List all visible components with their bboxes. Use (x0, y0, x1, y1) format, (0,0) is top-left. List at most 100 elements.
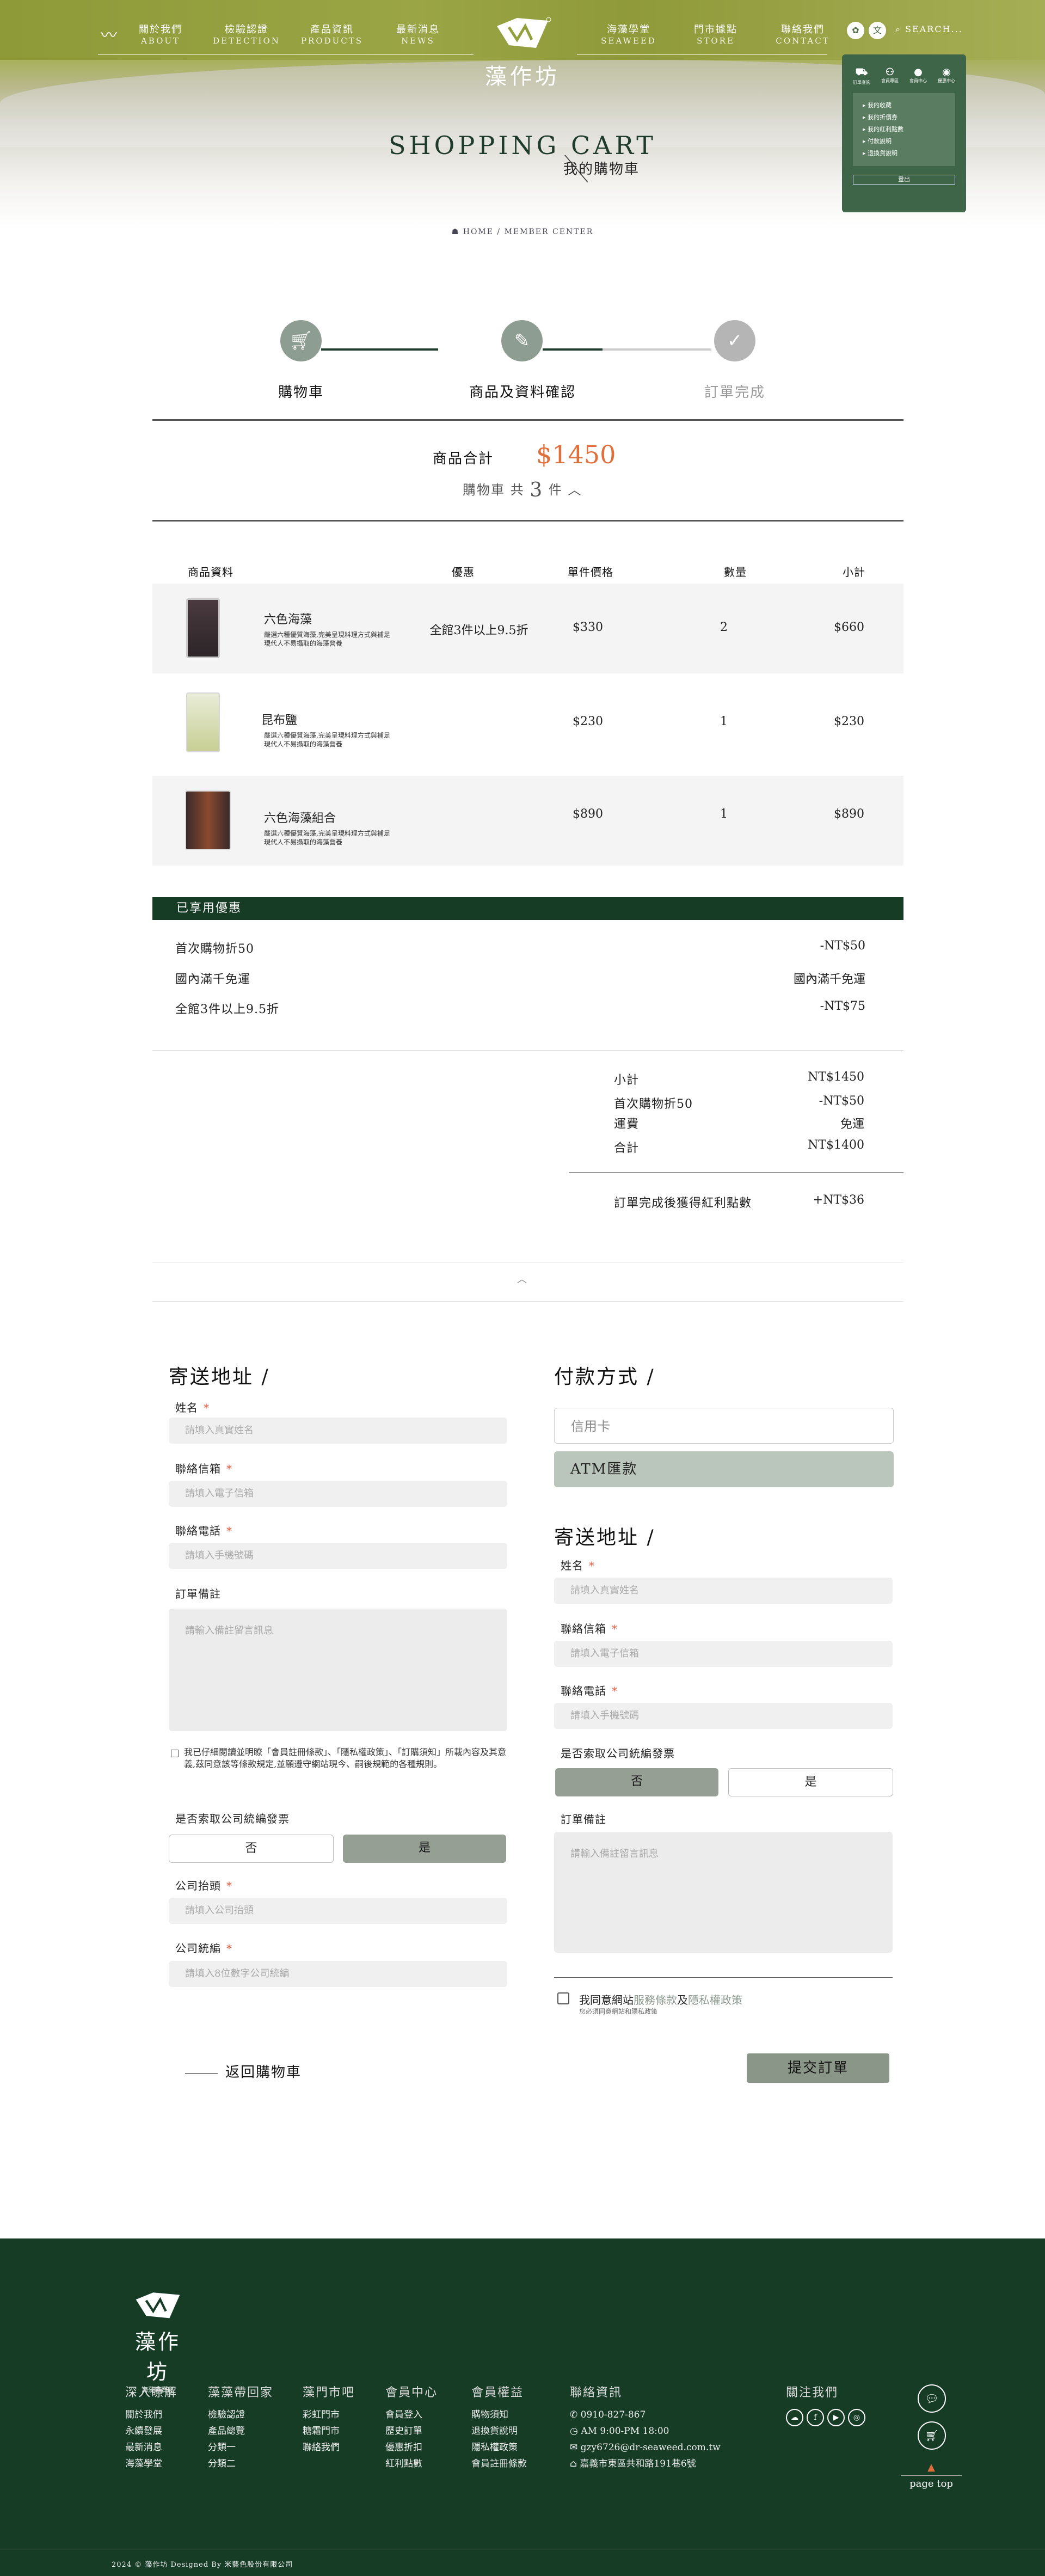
cart-icon[interactable]: 🛒︎ (918, 2421, 946, 2450)
pay-atm[interactable]: ATM匯款 (554, 1451, 894, 1487)
footer-link[interactable]: 聯絡我們 (303, 2439, 355, 2456)
search-icon: ⌕ (895, 24, 906, 34)
footer-link[interactable]: 糖霜門市 (303, 2423, 355, 2439)
site-logo[interactable]: 藻作坊 (479, 15, 566, 97)
eye-icon: ◉ (942, 66, 951, 78)
product-image[interactable] (185, 790, 231, 850)
product-name[interactable]: 六色海藻組合 (264, 808, 336, 826)
member-center-link[interactable]: ● 會員中心 (909, 66, 927, 85)
footer-link[interactable]: 購物須知 (471, 2407, 527, 2423)
logout-button[interactable]: 登出 (853, 175, 955, 185)
submit-order-button[interactable]: 提交訂單 (747, 2053, 889, 2083)
instagram-icon[interactable]: ◎ (848, 2409, 865, 2426)
invoice-yes-button[interactable]: 是 (343, 1835, 506, 1863)
product-image[interactable] (186, 598, 220, 658)
email-input[interactable]: 請填入電子信箱 (169, 1481, 507, 1507)
taxid-input[interactable]: 請填入8位數字公司統編 (169, 1961, 507, 1987)
cart-count-toggle[interactable]: 購物車 共 3 件 ︿ (463, 479, 582, 501)
chat-icon[interactable]: 💬︎ (918, 2384, 946, 2413)
phone2-label: 聯絡電話 * (561, 1684, 618, 1697)
invoice-no-button[interactable]: 否 (169, 1835, 334, 1863)
footer-link[interactable]: 分類一 (208, 2439, 273, 2456)
nav-news[interactable]: 最新消息 NEWS (383, 22, 453, 46)
total-value: 免運 (840, 1118, 864, 1131)
cart-step-icon: 🛒︎ (280, 320, 322, 361)
footer-follow: 關注我們 ☁ f ▶ ◎ (786, 2383, 869, 2426)
footer-link[interactable]: 歷史訂單 (385, 2423, 438, 2439)
footer-link[interactable]: 關於我們 (125, 2407, 177, 2423)
nav-detection[interactable]: 檢驗認證 DETECTION (211, 22, 282, 46)
footer-link[interactable]: 會員註冊條款 (471, 2456, 527, 2472)
language-toggle[interactable]: 文 (869, 22, 886, 39)
name-input[interactable]: 請填入真實姓名 (169, 1418, 507, 1444)
order-query-link[interactable]: ⛟ 訂單查詢 (853, 66, 870, 85)
email-label: 聯絡信箱 * (175, 1462, 232, 1475)
product-name[interactable]: 昆布鹽 (261, 710, 297, 728)
terms-link[interactable]: 服務條款 (634, 1994, 677, 2007)
search-button[interactable]: ⌕ SEARCH... (895, 24, 963, 35)
nav-products[interactable]: 產品資訊 PRODUCTS (297, 22, 367, 46)
nav-seaweed[interactable]: 海藻學堂 SEAWEED (593, 22, 664, 46)
nav-store[interactable]: 門市據點 STORE (680, 22, 751, 46)
privacy-link[interactable]: 隱私權政策 (688, 1994, 742, 2007)
footer-link[interactable]: 彩虹門市 (303, 2407, 355, 2423)
nav-contact[interactable]: 聯絡我們 CONTACT (767, 22, 838, 46)
subtotal: $230 (834, 715, 864, 728)
footer-link[interactable]: 會員登入 (385, 2407, 438, 2423)
footer-link[interactable]: 永續發展 (125, 2423, 177, 2439)
agree-checkbox[interactable] (171, 1750, 179, 1757)
collapse-chevron-icon[interactable]: ︿ (517, 1272, 527, 1286)
footer-link[interactable]: 產品總覽 (208, 2423, 273, 2439)
product-image[interactable] (186, 692, 220, 752)
back-to-cart-link[interactable]: 返回購物車 (185, 2061, 302, 2081)
line-icon[interactable]: ☁ (786, 2409, 803, 2426)
pay-credit-card[interactable]: 信用卡 (554, 1408, 894, 1444)
sum-value: $1450 (536, 440, 616, 469)
divider (152, 419, 903, 421)
invoice2-yes-button[interactable]: 是 (728, 1768, 893, 1796)
total-value: NT$1450 (808, 1070, 864, 1084)
footer-link[interactable]: 海藻學堂 (125, 2456, 177, 2472)
footer-logo[interactable]: 藻作坊 海藻專賣所 (125, 2290, 190, 2394)
phone-item[interactable]: ✆ 0910-827-867 (570, 2407, 721, 2423)
breadcrumb[interactable]: ☗ HOME / MEMBER CENTER (0, 228, 1045, 236)
subtotal: $890 (834, 807, 864, 821)
footer-link[interactable]: 紅利點數 (385, 2456, 438, 2472)
table-row: 六色海藻組合 嚴選六種優質海藻,完美呈現料理方式與補足現代人不易攝取的海藻營養 … (152, 776, 903, 866)
member-icon[interactable]: ✿ (847, 22, 864, 39)
footer-link[interactable]: 分類二 (208, 2456, 273, 2472)
product-name[interactable]: 六色海藻 (264, 610, 312, 627)
agree2-sub: 您必須同意網站和隱私政策 (579, 2008, 658, 2015)
footer-link[interactable]: 退換貨說明 (471, 2423, 527, 2439)
phone2-input[interactable]: 請填入手機號碼 (554, 1703, 893, 1729)
link-coupons[interactable]: 我的折價券 (857, 112, 951, 124)
nav-about[interactable]: 關於我們 ABOUT (125, 22, 196, 46)
note-textarea[interactable]: 請輸入備註留言訊息 (169, 1609, 507, 1731)
phone-input[interactable]: 請填入手機號碼 (169, 1543, 507, 1569)
coupon-center-link[interactable]: ◉ 優惠中心 (938, 66, 955, 85)
company-input[interactable]: 請填入公司抬頭 (169, 1898, 507, 1924)
name2-input[interactable]: 請填入真實姓名 (554, 1578, 893, 1604)
note2-textarea[interactable]: 請輸入備註留言訊息 (554, 1832, 893, 1953)
page-top-button[interactable]: ▲ page top (901, 2462, 962, 2489)
footer-link[interactable]: 檢驗認證 (208, 2407, 273, 2423)
email2-input[interactable]: 請填入電子信箱 (554, 1641, 893, 1667)
invoice2-no-button[interactable]: 否 (555, 1768, 718, 1796)
points-value: +NT$36 (813, 1193, 864, 1207)
youtube-icon[interactable]: ▶ (827, 2409, 845, 2426)
agree-text: 我已仔細閱讀並明瞭「會員註冊條款」、「隱私權政策」、「訂購須知」所載內容及其意義… (184, 1747, 507, 1769)
users-icon: ⚇ (885, 66, 895, 78)
divider (152, 1301, 903, 1302)
step-line-2b (603, 348, 711, 351)
link-favorites[interactable]: 我的收藏 (857, 100, 951, 112)
email-item[interactable]: ✉ gzy6726@dr-seaweed.com.tw (570, 2439, 721, 2456)
footer-link[interactable]: 最新消息 (125, 2439, 177, 2456)
footer-link[interactable]: 隱私權政策 (471, 2439, 527, 2456)
member-area-link[interactable]: ⚇ 會員專區 (881, 66, 899, 85)
shipping2-title: 寄送地址 / (554, 1526, 655, 1549)
agree2-checkbox[interactable] (557, 1992, 569, 2004)
qty: 1 (720, 807, 728, 821)
name2-label: 姓名 * (561, 1559, 595, 1572)
facebook-icon[interactable]: f (807, 2409, 824, 2426)
footer-link[interactable]: 優惠折扣 (385, 2439, 438, 2456)
